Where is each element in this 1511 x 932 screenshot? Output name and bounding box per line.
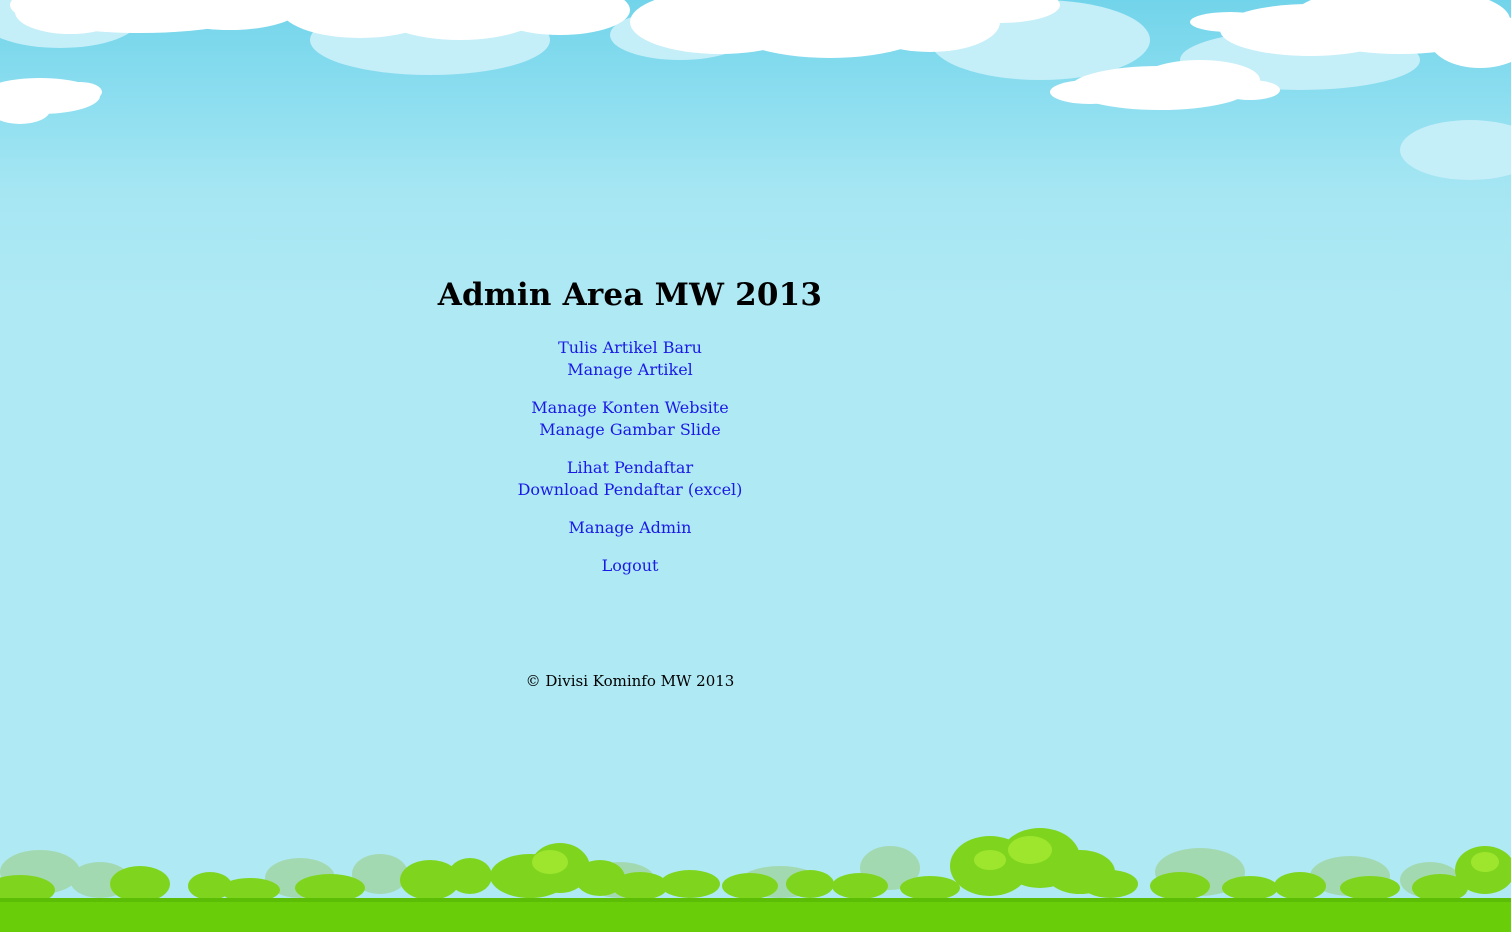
background-trees: [0, 846, 1460, 898]
grass: [0, 900, 1511, 932]
menu-group-admin: Manage Admin: [430, 517, 830, 539]
footer-copyright: © Divisi Kominfo MW 2013: [525, 672, 735, 690]
clouds: [0, 0, 1511, 124]
menu-group-logout: Logout: [430, 555, 830, 577]
link-manage-konten-website[interactable]: Manage Konten Website: [430, 397, 830, 419]
tree-highlights: [532, 836, 1499, 874]
link-tulis-artikel-baru[interactable]: Tulis Artikel Baru: [430, 337, 830, 359]
link-manage-admin[interactable]: Manage Admin: [430, 517, 830, 539]
page-title: Admin Area MW 2013: [437, 277, 823, 313]
background-clouds: [0, 0, 1511, 180]
admin-panel: Admin Area MW 2013 Tulis Artikel Baru Ma…: [430, 270, 830, 593]
admin-menu: Tulis Artikel Baru Manage Artikel Manage…: [430, 337, 830, 577]
menu-group-artikel: Tulis Artikel Baru Manage Artikel: [430, 337, 830, 381]
link-manage-gambar-slide[interactable]: Manage Gambar Slide: [430, 419, 830, 441]
link-lihat-pendaftar[interactable]: Lihat Pendaftar: [430, 457, 830, 479]
link-download-pendaftar-excel[interactable]: Download Pendaftar (excel): [430, 479, 830, 501]
link-manage-artikel[interactable]: Manage Artikel: [430, 359, 830, 381]
menu-group-pendaftar: Lihat Pendaftar Download Pendaftar (exce…: [430, 457, 830, 501]
link-logout[interactable]: Logout: [430, 555, 830, 577]
trees: [0, 828, 1511, 905]
menu-group-konten: Manage Konten Website Manage Gambar Slid…: [430, 397, 830, 441]
